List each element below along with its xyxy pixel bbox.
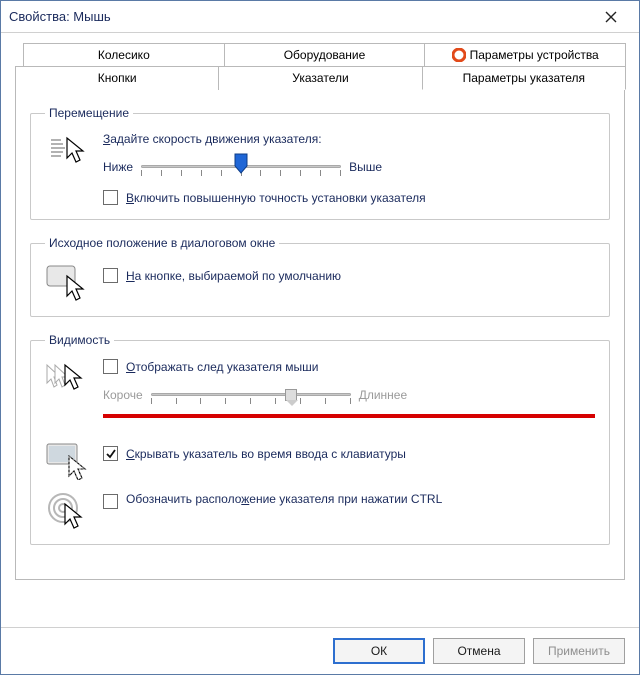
speed-slower-label: Ниже bbox=[103, 160, 133, 174]
titlebar: Свойства: Мышь bbox=[1, 1, 639, 33]
checkbox-snap-to-label: На кнопке, выбираемой по умолчанию bbox=[126, 269, 341, 283]
ctrl-locate-icon bbox=[45, 490, 89, 530]
highlight-underline bbox=[103, 414, 595, 418]
tab-device-settings[interactable]: Параметры устройства bbox=[424, 43, 626, 66]
group-snap: Исходное положение в диалоговом окне Н bbox=[30, 236, 610, 317]
speed-thumb[interactable] bbox=[233, 152, 249, 174]
tab-pointers[interactable]: Указатели bbox=[218, 66, 422, 90]
checkbox-hide-while-typing-label: Скрывать указатель во время ввода с клав… bbox=[126, 447, 406, 461]
dialog-button-bar: ОК Отмена Применить bbox=[1, 627, 639, 674]
motion-icon bbox=[45, 132, 89, 172]
checkbox-enhance-precision-label: Включить повышенную точность установки у… bbox=[126, 191, 426, 205]
checkbox-hide-while-typing[interactable] bbox=[103, 446, 118, 461]
close-button[interactable] bbox=[591, 3, 631, 31]
apply-button-label: Применить bbox=[548, 644, 610, 658]
group-motion-legend: Перемещение bbox=[45, 106, 133, 120]
trail-longer-label: Длиннее bbox=[359, 388, 407, 402]
group-visibility-legend: Видимость bbox=[45, 333, 114, 347]
trail-slider: Короче Длиннее bbox=[103, 382, 595, 408]
tab-pointer-options[interactable]: Параметры указателя bbox=[422, 66, 626, 90]
group-visibility: Видимость bbox=[30, 333, 610, 545]
trail-shorter-label: Короче bbox=[103, 388, 143, 402]
speed-slider[interactable]: Ниже Выше bbox=[103, 154, 595, 180]
tab-wheel[interactable]: Колесико bbox=[23, 43, 225, 66]
snap-icon bbox=[45, 262, 89, 302]
mouse-properties-window: Свойства: Мышь Колесико Оборудование Пар… bbox=[0, 0, 640, 675]
speed-caption: Задайте скорость движения указателя: bbox=[103, 132, 595, 146]
checkbox-show-location-ctrl[interactable] bbox=[103, 494, 118, 509]
tab-pointers-label: Указатели bbox=[292, 71, 348, 85]
tab-buttons[interactable]: Кнопки bbox=[15, 66, 219, 90]
tab-panel: Перемещение bbox=[15, 89, 625, 580]
trail-track bbox=[151, 382, 351, 408]
ok-button[interactable]: ОК bbox=[333, 638, 425, 664]
checkbox-pointer-trail[interactable] bbox=[103, 359, 118, 374]
tab-wheel-label: Колесико bbox=[98, 48, 150, 62]
checkbox-show-location-ctrl-label: Обозначить расположение указателя при на… bbox=[126, 492, 442, 506]
group-snap-legend: Исходное положение в диалоговом окне bbox=[45, 236, 279, 250]
tab-buttons-label: Кнопки bbox=[98, 71, 137, 85]
tab-device-settings-label: Параметры устройства bbox=[470, 48, 599, 62]
hide-typing-icon bbox=[45, 440, 89, 480]
synaptics-icon bbox=[452, 48, 466, 62]
ok-button-label: ОК bbox=[371, 644, 387, 658]
window-title: Свойства: Мышь bbox=[9, 9, 591, 24]
tab-strip: Колесико Оборудование Параметры устройст… bbox=[15, 43, 625, 580]
tab-hardware[interactable]: Оборудование bbox=[224, 43, 426, 66]
group-motion: Перемещение bbox=[30, 106, 610, 220]
tab-hardware-label: Оборудование bbox=[284, 48, 366, 62]
apply-button[interactable]: Применить bbox=[533, 638, 625, 664]
speed-faster-label: Выше bbox=[349, 160, 382, 174]
tab-pointer-options-label: Параметры указателя bbox=[463, 71, 585, 85]
checkbox-enhance-precision[interactable] bbox=[103, 190, 118, 205]
close-icon bbox=[605, 11, 617, 23]
checkbox-snap-to[interactable] bbox=[103, 268, 118, 283]
cancel-button-label: Отмена bbox=[457, 644, 500, 658]
trail-thumb bbox=[285, 389, 297, 401]
cancel-button[interactable]: Отмена bbox=[433, 638, 525, 664]
trail-icon bbox=[45, 359, 89, 399]
checkbox-pointer-trail-label: Отображать след указателя мыши bbox=[126, 360, 319, 374]
dialog-content: Колесико Оборудование Параметры устройст… bbox=[1, 33, 639, 627]
speed-track[interactable] bbox=[141, 154, 341, 180]
